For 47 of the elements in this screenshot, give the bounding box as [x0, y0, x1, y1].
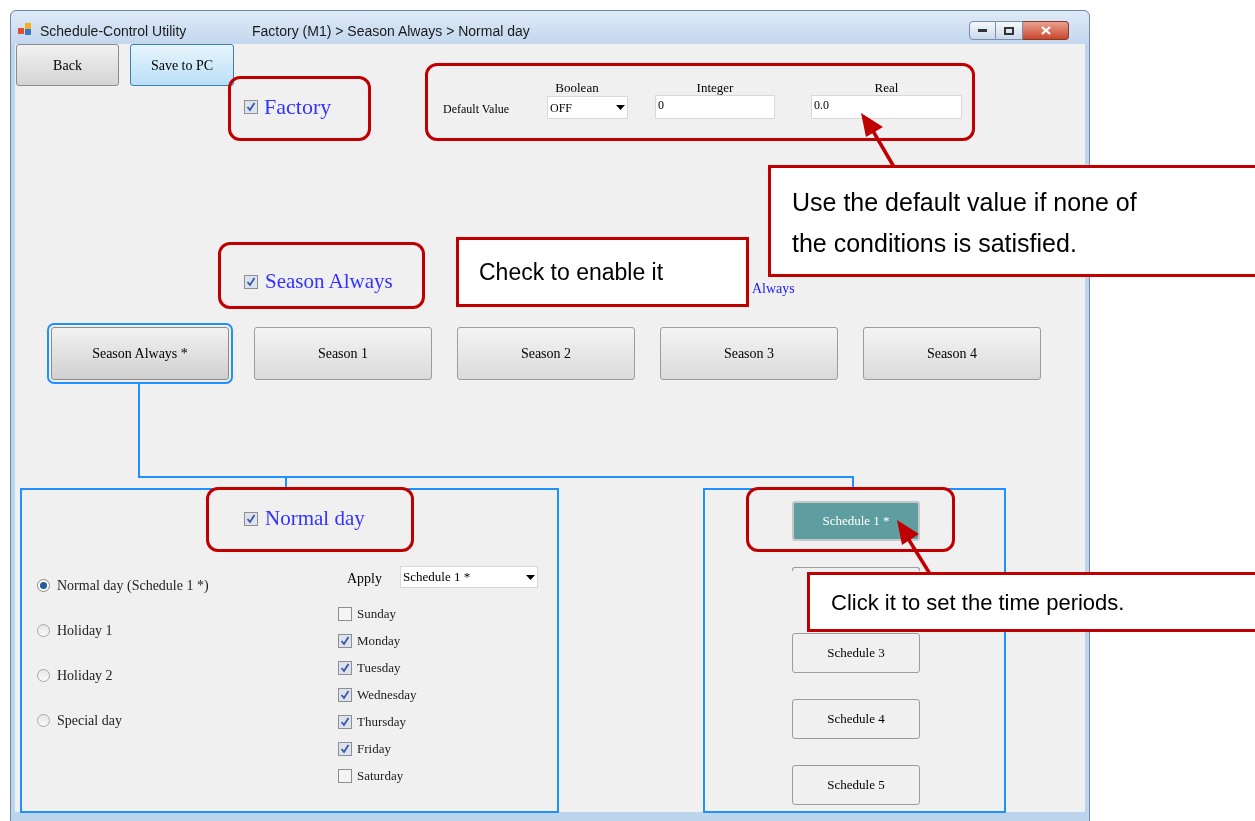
close-button[interactable] — [1023, 21, 1069, 40]
radio-label: Holiday 2 — [57, 666, 113, 685]
radio-label: Special day — [57, 711, 122, 730]
window-title: Schedule-Control Utility — [40, 22, 187, 41]
factory-label: Factory — [264, 93, 332, 121]
weekday-label: Wednesday — [357, 685, 417, 704]
apply-dropdown[interactable]: Schedule 1 * — [400, 566, 538, 588]
callout-text: Click it to set the time periods. — [831, 588, 1125, 617]
real-label: Real — [873, 79, 900, 97]
day-label: Normal day — [265, 505, 365, 532]
boolean-label: Boolean — [554, 79, 600, 97]
weekday-label: Friday — [357, 739, 391, 758]
real-field[interactable]: 0.0 — [811, 95, 962, 119]
schedule-button[interactable]: Schedule 5 — [792, 765, 920, 805]
schedule-button[interactable]: Schedule 3 — [792, 633, 920, 673]
dropdown-arrow-icon — [616, 105, 625, 110]
schedule-button[interactable]: Schedule 4 — [792, 699, 920, 739]
season-caption: Always — [752, 280, 795, 298]
callout-text: Check to enable it — [479, 257, 664, 287]
callout-text: Use the default value if none of the conditions is satisfied. — [792, 187, 1138, 259]
maximize-icon — [1004, 26, 1014, 35]
dropdown-arrow-icon — [526, 574, 535, 580]
weekday-label: Tuesday — [357, 658, 401, 677]
weekday-label: Thursday — [357, 712, 407, 731]
toolbar-button[interactable]: Back — [16, 44, 119, 86]
season-tab[interactable]: Season 2 — [457, 327, 635, 380]
season-label: Season Always — [265, 268, 393, 295]
default-value-label: Default Value — [443, 101, 510, 118]
minimize-button[interactable] — [969, 21, 996, 40]
radio-label: Holiday 1 — [57, 621, 113, 640]
season-tab[interactable]: Season 1 — [254, 327, 432, 380]
close-icon — [1040, 26, 1051, 35]
weekday-label: Saturday — [357, 766, 404, 785]
maximize-button[interactable] — [996, 21, 1023, 40]
season-tab[interactable]: Season 4 — [863, 327, 1041, 380]
weekday-label: Sunday — [357, 604, 396, 623]
radio-label: Normal day (Schedule 1 *) — [57, 576, 209, 595]
integer-field[interactable]: 0 — [655, 95, 775, 119]
boolean-dropdown[interactable]: OFF — [547, 96, 628, 119]
integer-label: Integer — [695, 79, 735, 97]
breadcrumb: Factory (M1) > Season Always > Normal day — [252, 22, 530, 41]
weekday-label: Monday — [357, 631, 401, 650]
app-icon — [18, 23, 32, 36]
apply-label: Apply — [347, 570, 382, 588]
toolbar-button[interactable]: Save to PC — [130, 44, 234, 86]
season-tab[interactable]: Season 3 — [660, 327, 838, 380]
minimize-icon — [978, 29, 987, 32]
